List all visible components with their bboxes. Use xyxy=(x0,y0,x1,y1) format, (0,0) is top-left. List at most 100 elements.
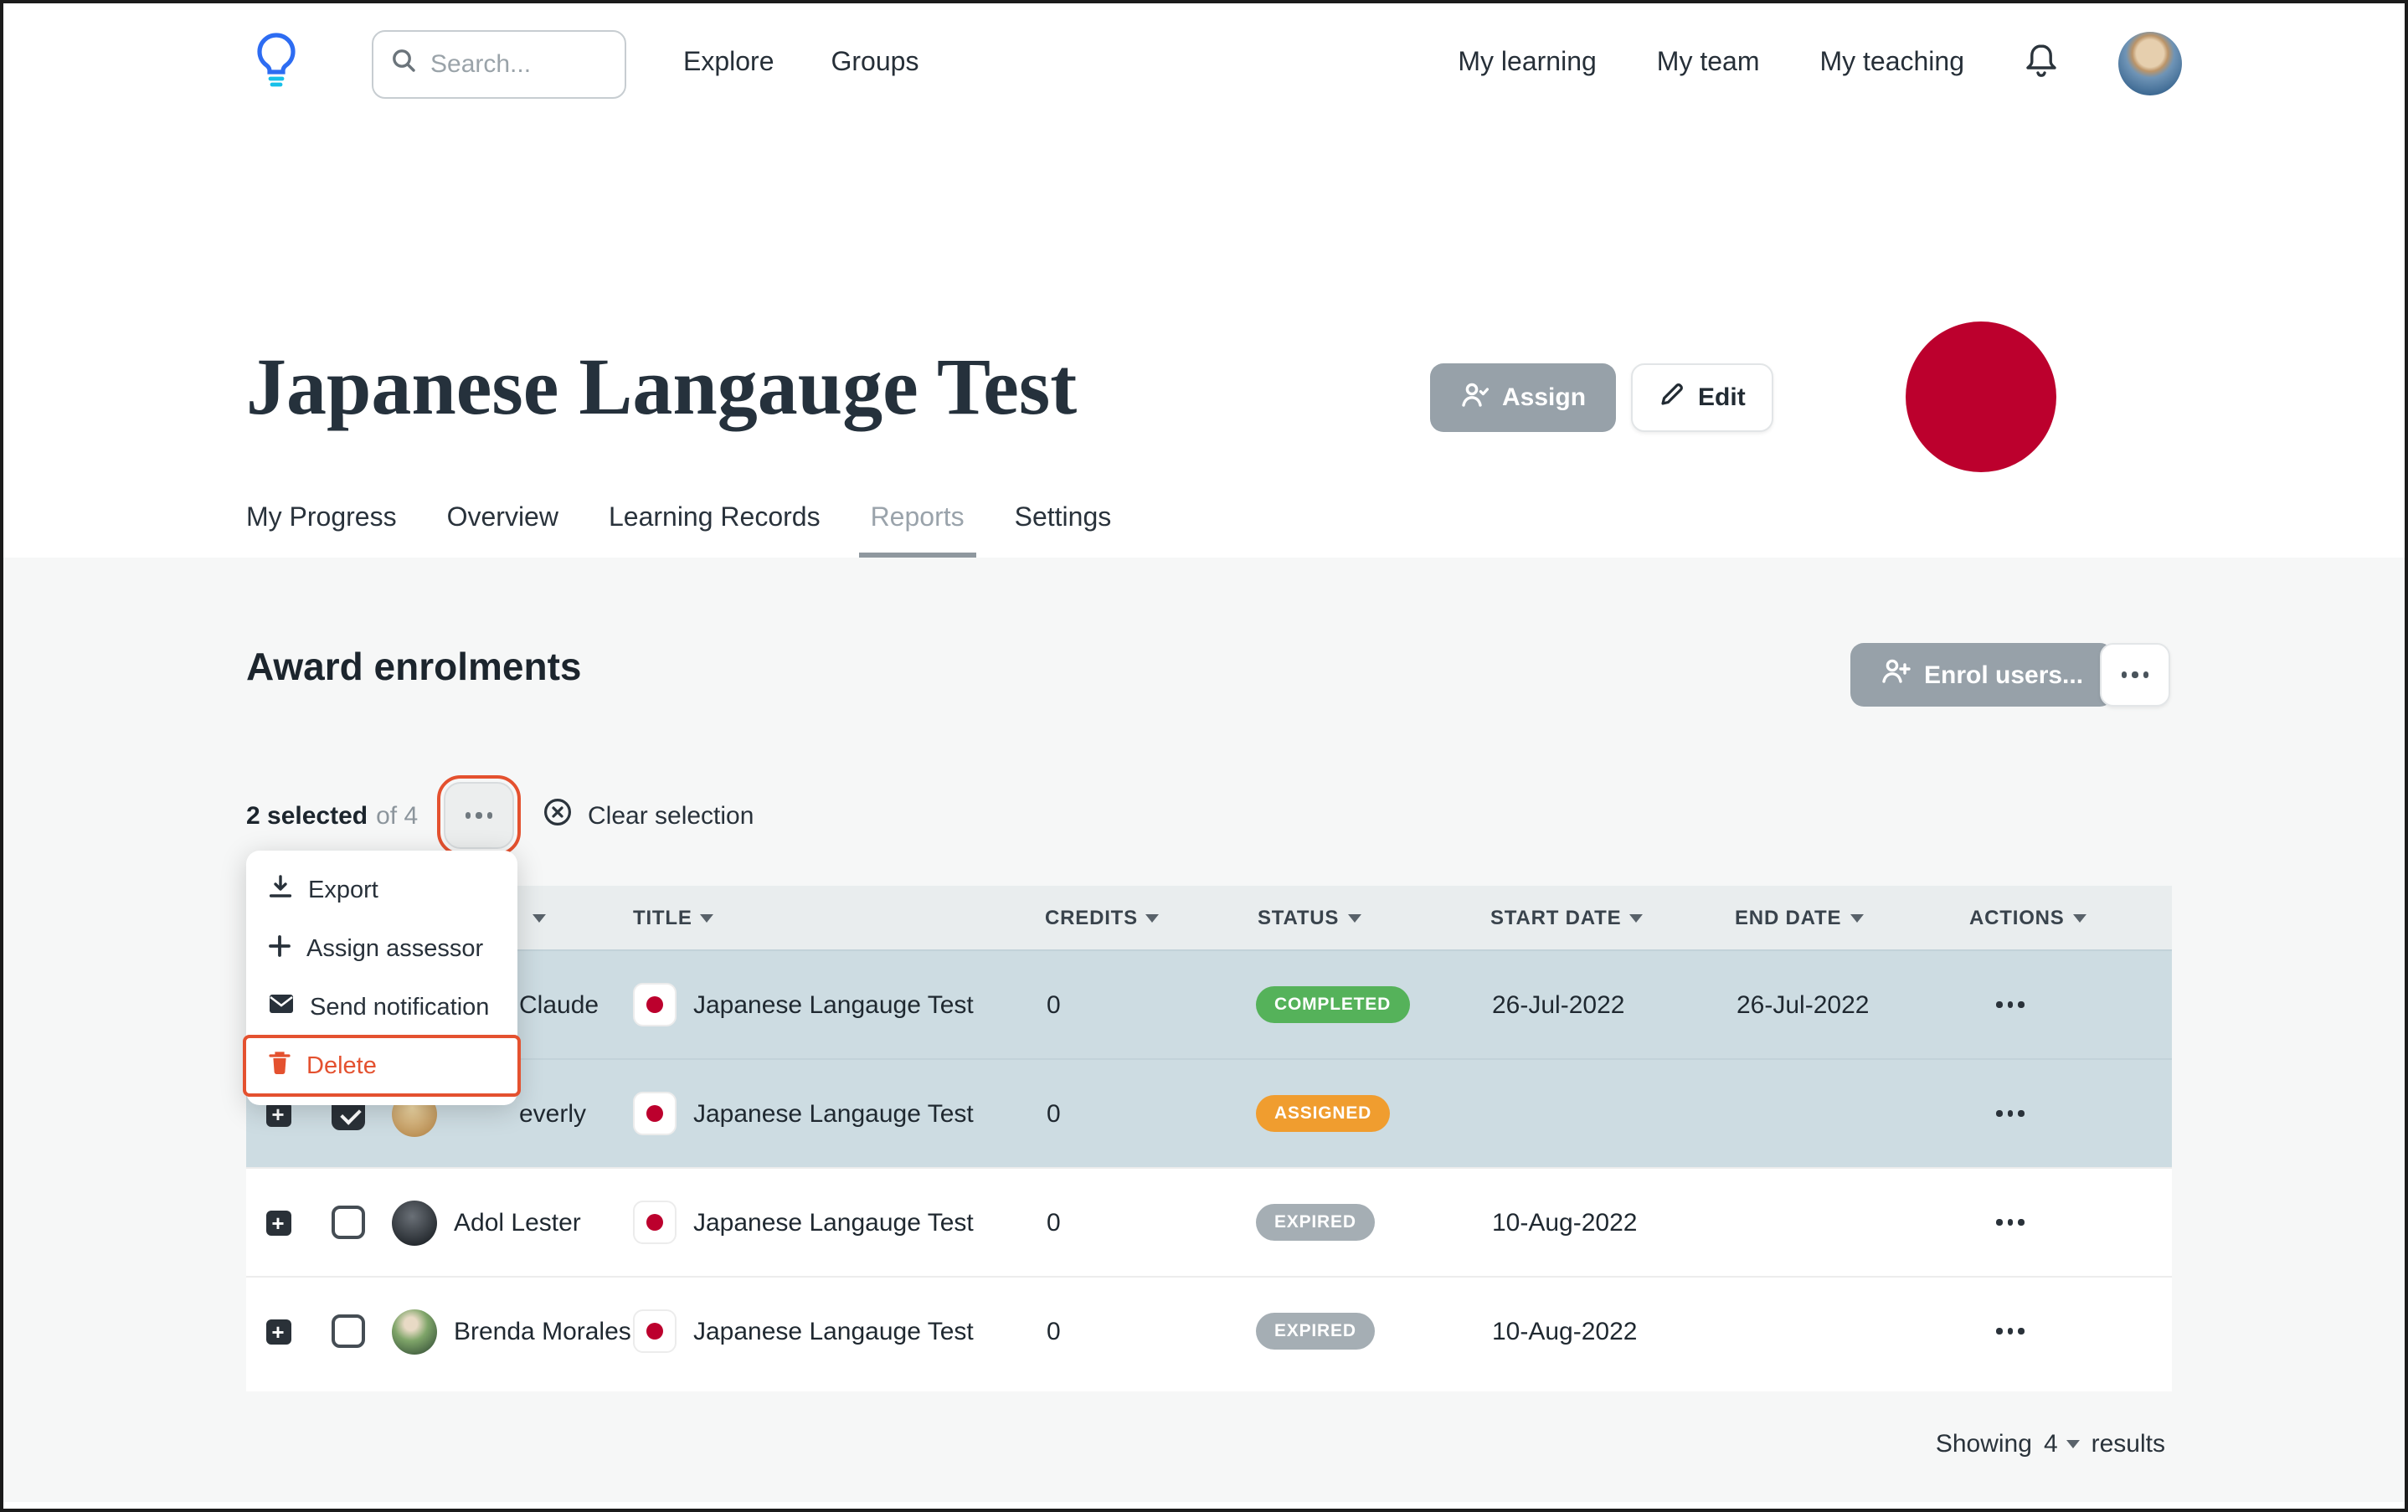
search-box[interactable] xyxy=(372,29,626,98)
selection-of-total: of 4 xyxy=(376,801,419,830)
menu-item-label: Export xyxy=(308,877,378,903)
sort-caret-icon xyxy=(700,913,714,922)
sort-caret-icon xyxy=(1850,913,1864,922)
end-date-value: 26-Jul-2022 xyxy=(1737,990,1870,1019)
sort-caret-icon xyxy=(1347,913,1361,922)
app-logo[interactable] xyxy=(255,31,298,96)
table-row: + Brenda Morales Japanese Langauge Test … xyxy=(246,1276,2172,1385)
nav-link-my-teaching[interactable]: My teaching xyxy=(1819,49,1964,79)
app-window: Explore Groups My learning My team My te… xyxy=(0,0,2408,1512)
table-header-row: TITLE CREDITS STATUS START DATE END DATE… xyxy=(246,886,2172,949)
envelope-icon xyxy=(268,993,295,1021)
credits-value: 0 xyxy=(1047,1099,1061,1128)
start-date-value: 10-Aug-2022 xyxy=(1492,1317,1638,1345)
selection-summary: 2 selected of 4 xyxy=(246,782,418,849)
learner-name: everly xyxy=(519,1099,587,1128)
search-input[interactable] xyxy=(430,49,598,78)
bottom-strip xyxy=(3,1502,2405,1509)
menu-item-export[interactable]: Export xyxy=(246,861,517,919)
table-row: + Claude Japanese Langauge Test 0 COMPLE… xyxy=(246,949,2172,1058)
results-footer: Showing 4 results xyxy=(1936,1430,2165,1458)
person-plus-icon xyxy=(1881,658,1911,692)
assign-button[interactable]: Assign xyxy=(1430,363,1617,432)
main-content: Award enrolments Enrol users... 2 select… xyxy=(3,558,2405,1509)
header-start-date[interactable]: START DATE xyxy=(1484,906,1728,929)
circle-x-icon xyxy=(543,797,573,834)
navbar-right: My learning My team My teaching xyxy=(1458,32,2182,95)
header-status[interactable]: STATUS xyxy=(1251,906,1484,929)
header-actions: Assign Edit xyxy=(1430,363,1774,432)
person-check-icon xyxy=(1460,381,1489,414)
credits-value: 0 xyxy=(1047,1317,1061,1345)
menu-item-assign-assessor[interactable]: Assign assessor xyxy=(246,919,517,978)
learner-name: Adol Lester xyxy=(454,1208,581,1237)
page-more-actions-button[interactable] xyxy=(2100,643,2170,707)
tab-reports[interactable]: Reports xyxy=(858,504,976,558)
status-badge: ASSIGNED xyxy=(1256,1095,1391,1132)
row-checkbox[interactable] xyxy=(331,1314,364,1348)
edit-button[interactable]: Edit xyxy=(1631,363,1774,432)
credits-value: 0 xyxy=(1047,1208,1061,1237)
row-checkbox[interactable] xyxy=(331,1206,364,1239)
plus-icon xyxy=(268,933,291,964)
search-icon xyxy=(390,46,417,81)
tab-my-progress[interactable]: My Progress xyxy=(246,504,397,558)
sort-caret-icon xyxy=(1629,913,1644,922)
edit-button-label: Edit xyxy=(1698,383,1746,412)
enrol-users-button[interactable]: Enrol users... xyxy=(1850,643,2114,707)
row-actions-button[interactable] xyxy=(1996,1110,2172,1117)
clear-selection-button[interactable]: Clear selection xyxy=(543,782,754,849)
course-image-japan-flag xyxy=(1906,321,2056,472)
header-title[interactable]: TITLE xyxy=(626,906,1038,929)
sort-caret-icon xyxy=(1145,913,1160,922)
section-heading: Award enrolments xyxy=(246,645,582,688)
page-title: Japanese Langauge Test xyxy=(246,343,1078,432)
learner-avatar xyxy=(392,1309,437,1354)
header-end-date[interactable]: END DATE xyxy=(1728,906,1963,929)
results-count-dropdown[interactable]: 4 xyxy=(2044,1430,2080,1458)
course-title: Japanese Langauge Test xyxy=(693,990,974,1019)
table-row: + Adol Lester Japanese Langauge Test 0 E… xyxy=(246,1167,2172,1276)
header-actions-label: ACTIONS xyxy=(1969,906,2065,929)
download-icon xyxy=(268,874,293,906)
credits-value: 0 xyxy=(1047,990,1061,1019)
header-status-label: STATUS xyxy=(1258,906,1340,929)
trash-icon xyxy=(268,1050,291,1082)
clear-selection-label: Clear selection xyxy=(588,801,754,830)
nav-link-groups[interactable]: Groups xyxy=(831,49,919,79)
menu-item-send-notification[interactable]: Send notification xyxy=(246,978,517,1036)
header-actions[interactable]: ACTIONS xyxy=(1963,906,2172,929)
user-avatar[interactable] xyxy=(2118,32,2182,95)
tab-bar: My Progress Overview Learning Records Re… xyxy=(246,504,1111,558)
notification-bell-icon[interactable] xyxy=(2025,41,2058,86)
nav-link-my-learning[interactable]: My learning xyxy=(1458,49,1596,79)
tab-learning-records[interactable]: Learning Records xyxy=(609,504,821,558)
course-title: Japanese Langauge Test xyxy=(693,1208,974,1237)
selection-count: 2 selected xyxy=(246,801,368,830)
enrol-users-button-label: Enrol users... xyxy=(1924,661,2084,689)
tab-settings[interactable]: Settings xyxy=(1015,504,1112,558)
expand-row-button[interactable]: + xyxy=(265,1319,291,1344)
nav-link-my-team[interactable]: My team xyxy=(1657,49,1760,79)
results-count-value: 4 xyxy=(2043,1430,2058,1458)
course-thumbnail-japan-flag xyxy=(633,1201,677,1244)
row-actions-button[interactable] xyxy=(1996,1328,2172,1335)
tab-overview[interactable]: Overview xyxy=(447,504,558,558)
row-actions-button[interactable] xyxy=(1996,1219,2172,1226)
bulk-actions-button[interactable] xyxy=(437,775,521,856)
course-title: Japanese Langauge Test xyxy=(693,1099,974,1128)
nav-link-explore[interactable]: Explore xyxy=(683,49,774,79)
chevron-down-icon xyxy=(2066,1440,2080,1448)
header-credits[interactable]: CREDITS xyxy=(1038,906,1251,929)
course-thumbnail-japan-flag xyxy=(633,1309,677,1353)
header-title-label: TITLE xyxy=(633,906,692,929)
row-actions-button[interactable] xyxy=(1996,1001,2172,1008)
menu-item-delete[interactable]: Delete xyxy=(243,1035,521,1097)
sort-caret-icon xyxy=(2072,913,2086,922)
start-date-value: 26-Jul-2022 xyxy=(1492,990,1625,1019)
table-row: + everly Japanese Langauge Test 0 ASSIGN… xyxy=(246,1058,2172,1167)
start-date-value: 10-Aug-2022 xyxy=(1492,1208,1638,1237)
expand-row-button[interactable]: + xyxy=(265,1210,291,1235)
status-badge: COMPLETED xyxy=(1256,986,1410,1023)
bulk-actions-menu: Export Assign assessor Send notification xyxy=(243,851,521,1105)
